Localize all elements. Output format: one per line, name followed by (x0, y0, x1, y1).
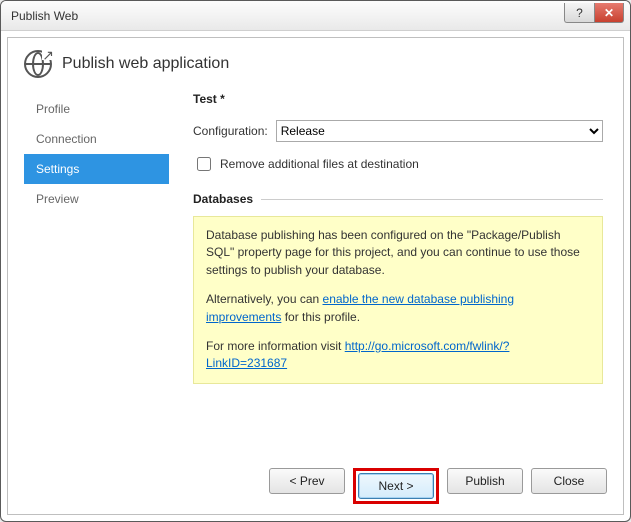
dialog-body: Profile Connection Settings Preview Test… (24, 88, 607, 452)
title-controls: ? ✕ (564, 3, 624, 23)
dialog-footer: < Prev Next > Publish Close (24, 452, 607, 504)
dialog-title: Publish web application (62, 55, 229, 73)
sidebar-item-preview[interactable]: Preview (24, 184, 169, 214)
settings-panel: Test * Configuration: Release Remove add… (169, 88, 607, 452)
database-info-box: Database publishing has been configured … (193, 216, 603, 384)
prev-button[interactable]: < Prev (269, 468, 345, 494)
arrow-icon: ↗ (42, 50, 54, 60)
db-info-text: Alternatively, you can (206, 292, 323, 306)
db-info-p3: For more information visit http://go.mic… (206, 338, 590, 373)
publish-web-dialog: Publish Web ? ✕ ↗ Publish web applicatio… (0, 0, 631, 522)
configuration-label: Configuration: (193, 124, 268, 138)
sidebar-item-label: Profile (36, 102, 70, 116)
wizard-sidebar: Profile Connection Settings Preview (24, 88, 169, 452)
databases-section: Databases Database publishing has been c… (193, 192, 603, 384)
next-button[interactable]: Next > (358, 473, 434, 499)
remove-files-row: Remove additional files at destination (193, 154, 603, 174)
databases-header: Databases (193, 192, 603, 206)
databases-label: Databases (193, 192, 253, 206)
sidebar-item-profile[interactable]: Profile (24, 94, 169, 124)
dialog-header: ↗ Publish web application (24, 50, 607, 88)
db-info-p1: Database publishing has been configured … (206, 227, 590, 279)
sidebar-item-label: Connection (36, 132, 97, 146)
db-info-p2: Alternatively, you can enable the new da… (206, 291, 590, 326)
configuration-select[interactable]: Release (276, 120, 603, 142)
remove-files-label: Remove additional files at destination (220, 157, 419, 171)
close-button[interactable]: Close (531, 468, 607, 494)
profile-name: Test * (193, 92, 603, 120)
globe-icon: ↗ (24, 50, 52, 78)
sidebar-item-settings[interactable]: Settings (24, 154, 169, 184)
configuration-row: Configuration: Release (193, 120, 603, 142)
sidebar-item-connection[interactable]: Connection (24, 124, 169, 154)
help-button[interactable]: ? (564, 3, 594, 23)
highlight-annotation: Next > (353, 468, 439, 504)
sidebar-item-label: Settings (36, 162, 79, 176)
titlebar: Publish Web ? ✕ (1, 1, 630, 31)
db-info-text: For more information visit (206, 339, 345, 353)
db-info-text: for this profile. (281, 310, 360, 324)
client-area: ↗ Publish web application Profile Connec… (7, 37, 624, 515)
sidebar-item-label: Preview (36, 192, 79, 206)
publish-button[interactable]: Publish (447, 468, 523, 494)
remove-files-checkbox[interactable] (197, 157, 211, 171)
window-title: Publish Web (11, 9, 78, 23)
close-window-button[interactable]: ✕ (594, 3, 624, 23)
divider (261, 199, 603, 200)
